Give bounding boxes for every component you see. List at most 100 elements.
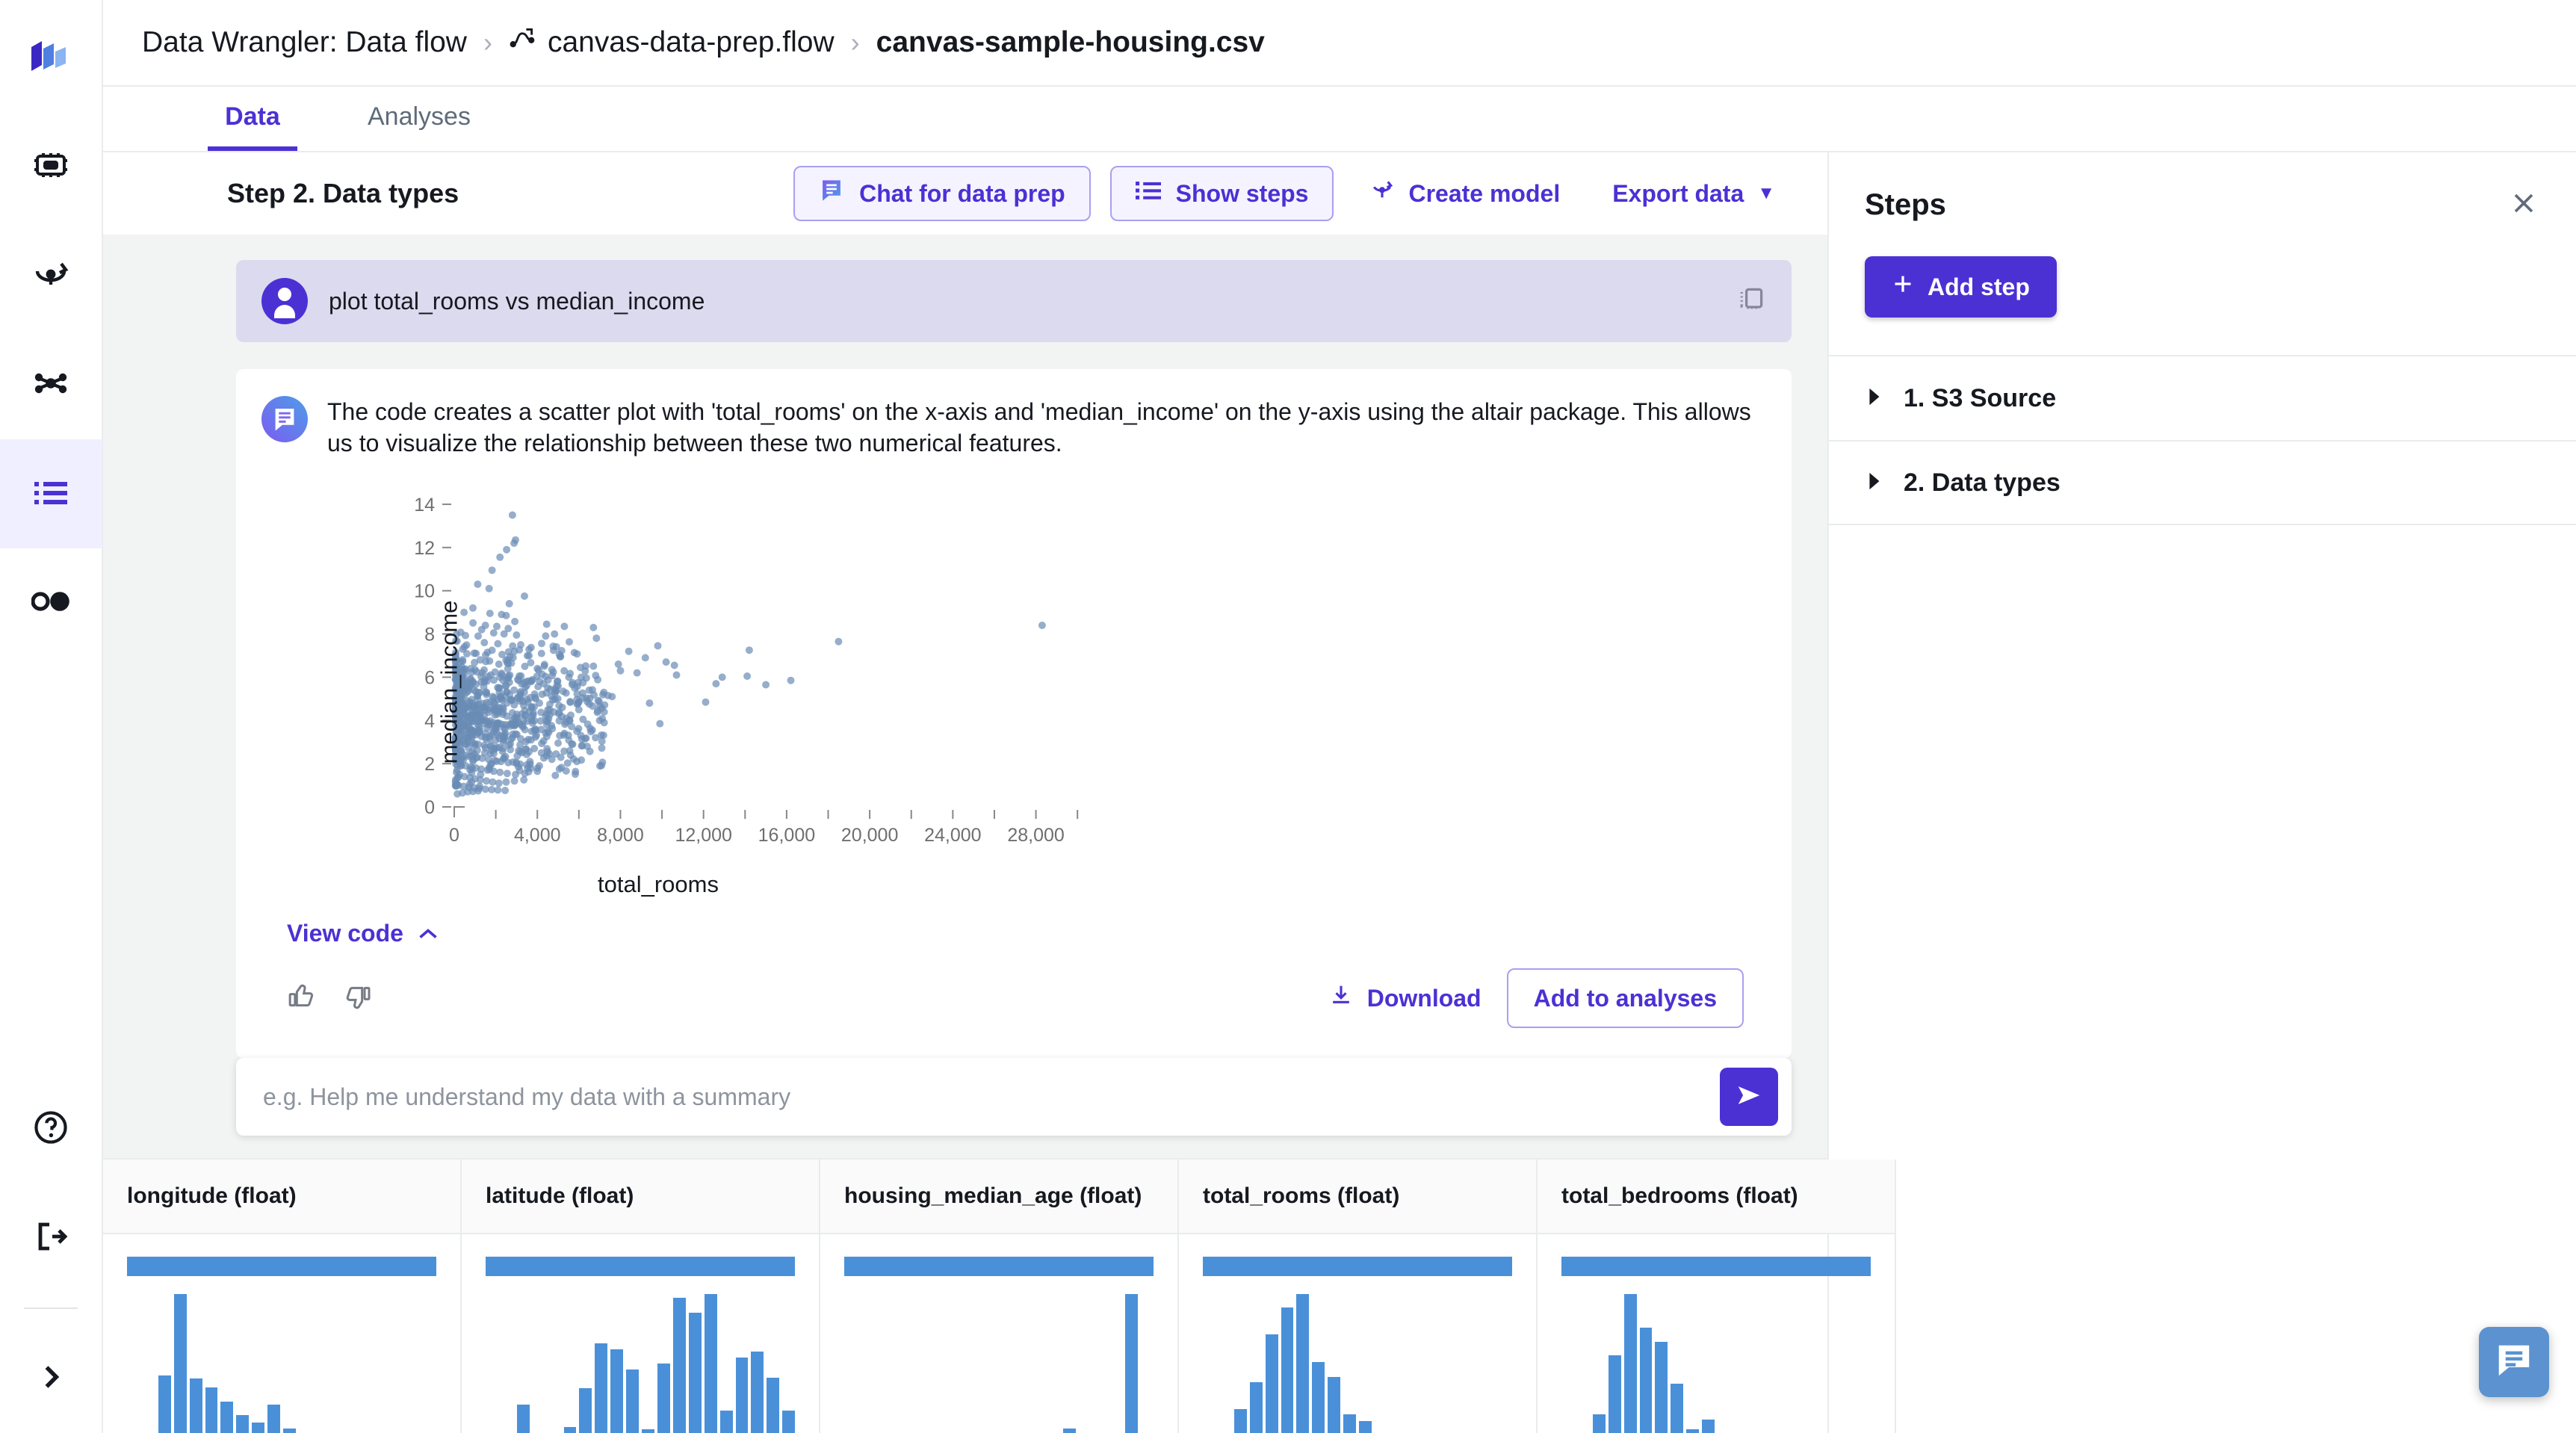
svg-text:0: 0 bbox=[449, 825, 459, 846]
data-wrangler-icon bbox=[31, 477, 70, 511]
show-steps-button[interactable]: Show steps bbox=[1109, 166, 1334, 221]
chat-for-data-prep-button[interactable]: Chat for data prep bbox=[793, 166, 1091, 221]
breadcrumb: Data Wrangler: Data flow › canvas-data-p… bbox=[142, 25, 1265, 60]
column-header: latitude (float) bbox=[462, 1160, 819, 1234]
data-grid: longitude (float) latitude (float) housi… bbox=[103, 1158, 1896, 1433]
user-avatar bbox=[261, 278, 308, 324]
chart-container: median_income 0 2 4 6 8 10 12 14 0 4,000 8,000 12,0… bbox=[261, 459, 1766, 912]
export-data-button[interactable]: Export data ▼ bbox=[1596, 166, 1792, 221]
caret-right-icon bbox=[1865, 384, 1883, 413]
step-item-label: 1. S3 Source bbox=[1904, 383, 2057, 412]
caret-right-icon bbox=[1865, 468, 1883, 498]
send-button[interactable] bbox=[1720, 1068, 1778, 1126]
chip-icon bbox=[31, 147, 70, 187]
column-histogram bbox=[1203, 1276, 1512, 1433]
add-to-analyses-button[interactable]: Add to analyses bbox=[1506, 968, 1744, 1028]
column-valid-bar bbox=[844, 1257, 1154, 1276]
svg-text:28,000: 28,000 bbox=[1007, 825, 1064, 846]
sidebar-item-models[interactable] bbox=[0, 112, 102, 221]
chart-ylabel: median_income bbox=[436, 601, 462, 764]
column-summary bbox=[462, 1234, 819, 1433]
download-icon bbox=[1328, 982, 1354, 1014]
column-histogram bbox=[127, 1276, 436, 1433]
column-header: housing_median_age (float) bbox=[820, 1160, 1177, 1234]
send-icon bbox=[1735, 1081, 1763, 1113]
column-histogram bbox=[486, 1276, 796, 1433]
svg-text:6: 6 bbox=[424, 668, 435, 689]
svg-text:12,000: 12,000 bbox=[675, 825, 731, 846]
body-split: Step 2. Data types Chat for data prep Sh… bbox=[103, 152, 2576, 1433]
column-valid-bar bbox=[1203, 1257, 1512, 1276]
grid-column[interactable]: longitude (float) bbox=[103, 1160, 462, 1433]
column-header: total_bedrooms (float) bbox=[1538, 1160, 1895, 1234]
grid-column[interactable]: housing_median_age (float) bbox=[820, 1160, 1179, 1433]
sidebar-item-deployments[interactable] bbox=[0, 221, 102, 330]
deploy-icon bbox=[31, 256, 70, 296]
step-item-s3-source[interactable]: 1. S3 Source bbox=[1829, 355, 2576, 440]
column-histogram bbox=[844, 1276, 1154, 1433]
svg-text:4: 4 bbox=[424, 711, 435, 732]
grid-column[interactable]: total_rooms (float) bbox=[1179, 1160, 1538, 1433]
prompt-input[interactable] bbox=[263, 1083, 1720, 1111]
download-label: Download bbox=[1366, 984, 1481, 1012]
scatter-plot: median_income 0 2 4 6 8 10 12 14 0 4,000 8,000 12,0… bbox=[374, 469, 1121, 897]
help-button[interactable] bbox=[0, 1074, 102, 1183]
sidebar-item-data-wrangler[interactable] bbox=[0, 439, 102, 548]
svg-text:20,000: 20,000 bbox=[841, 825, 898, 846]
breadcrumb-current: canvas-sample-housing.csv bbox=[876, 26, 1265, 58]
thumbs-up-icon[interactable] bbox=[287, 982, 317, 1015]
view-code-label: View code bbox=[287, 920, 403, 947]
main-column: Step 2. Data types Chat for data prep Sh… bbox=[103, 152, 1896, 1433]
svg-text:4,000: 4,000 bbox=[514, 825, 561, 846]
assistant-avatar bbox=[261, 396, 308, 442]
column-summary bbox=[820, 1234, 1177, 1433]
tab-analyses[interactable]: Analyses bbox=[362, 87, 477, 151]
column-header: total_rooms (float) bbox=[1179, 1160, 1536, 1234]
svg-text:2: 2 bbox=[424, 755, 435, 776]
prompt-row bbox=[103, 1058, 1827, 1158]
view-code-button[interactable]: View code bbox=[261, 912, 1766, 947]
svg-text:8: 8 bbox=[424, 625, 435, 646]
tab-data[interactable]: Data bbox=[208, 87, 297, 151]
thumbs-down-icon[interactable] bbox=[342, 982, 372, 1015]
assistant-message-text: The code creates a scatter plot with 'to… bbox=[327, 398, 1751, 457]
svg-text:8,000: 8,000 bbox=[597, 825, 644, 846]
chat-bubble-icon bbox=[2494, 1340, 2534, 1384]
chat-fab-button[interactable] bbox=[2479, 1327, 2549, 1397]
action-bar: Step 2. Data types Chat for data prep Sh… bbox=[103, 152, 1827, 235]
grid-column[interactable]: latitude (float) bbox=[462, 1160, 820, 1433]
sidebar-item-toggle[interactable] bbox=[0, 548, 102, 657]
logout-icon bbox=[32, 1219, 69, 1258]
svg-text:10: 10 bbox=[414, 581, 435, 602]
download-button[interactable]: Download bbox=[1303, 970, 1507, 1027]
breadcrumb-root[interactable]: Data Wrangler: Data flow bbox=[142, 26, 467, 59]
breadcrumb-separator-2: › bbox=[850, 27, 860, 58]
column-summary bbox=[1179, 1234, 1536, 1433]
chevron-down-icon: ▼ bbox=[1757, 183, 1775, 203]
step-item-data-types[interactable]: 2. Data types bbox=[1829, 440, 2576, 525]
create-model-button[interactable]: Create model bbox=[1353, 166, 1576, 221]
steps-panel: Steps Add step 1. S3 Source 2. Data type… bbox=[1829, 152, 2576, 1433]
grid-column[interactable]: total_bedrooms (float) bbox=[1538, 1160, 1896, 1433]
chat-area: plot total_rooms vs median_income The co… bbox=[103, 235, 1827, 1058]
copy-icon[interactable] bbox=[1736, 285, 1766, 318]
column-valid-bar bbox=[486, 1257, 795, 1276]
toggle-icon bbox=[31, 591, 70, 616]
breadcrumb-flow-label: canvas-data-prep.flow bbox=[547, 26, 835, 58]
close-icon[interactable] bbox=[2507, 187, 2540, 223]
feedback-group bbox=[287, 982, 372, 1015]
add-step-button[interactable]: Add step bbox=[1865, 256, 2057, 318]
sagemaker-logo-icon[interactable] bbox=[0, 0, 102, 112]
breadcrumb-flow[interactable]: canvas-data-prep.flow bbox=[509, 25, 835, 60]
expand-rail-button[interactable] bbox=[0, 1324, 102, 1433]
svg-text:24,000: 24,000 bbox=[924, 825, 981, 846]
add-step-label: Add step bbox=[1928, 273, 2030, 300]
list-icon bbox=[1135, 179, 1161, 208]
sidebar-item-pipelines[interactable] bbox=[0, 330, 102, 439]
logout-button[interactable] bbox=[0, 1183, 102, 1293]
steps-panel-title: Steps bbox=[1865, 188, 1946, 221]
assistant-actions: Download Add to analyses bbox=[1303, 968, 1744, 1028]
column-valid-bar bbox=[127, 1257, 436, 1276]
column-summary bbox=[103, 1234, 460, 1433]
show-steps-label: Show steps bbox=[1175, 179, 1309, 207]
